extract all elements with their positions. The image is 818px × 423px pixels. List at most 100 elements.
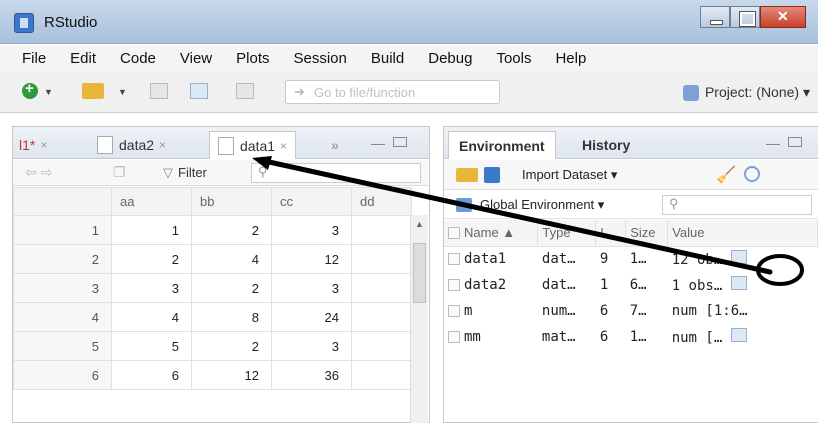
save-workspace-icon[interactable] [484,167,500,183]
column-header[interactable]: L [595,220,627,247]
column-header[interactable]: cc [271,187,352,216]
tab-data2[interactable]: data2 × [97,131,166,159]
save-all-icon[interactable] [190,83,208,99]
environment-toolbar: Import Dataset ▾ 🧹 [444,160,818,190]
menu-session[interactable]: Session [294,50,347,67]
menu-help[interactable]: Help [555,50,586,67]
chevron-down-icon[interactable]: ▼ [44,87,53,97]
refresh-icon[interactable] [744,166,760,182]
tab-data1[interactable]: data1 × [209,131,297,159]
menu-build[interactable]: Build [371,50,404,67]
menu-edit[interactable]: Edit [70,50,96,67]
object-name: m [464,303,473,319]
maximize-pane-button[interactable] [788,137,802,147]
list-item[interactable]: data2 dat… 1 6… 1 obs… [444,272,818,298]
table-row: 1 1 2 3 [13,215,412,245]
environment-search-input[interactable]: ⚲ [662,195,812,215]
vertical-scrollbar[interactable]: ▲ [410,215,428,423]
search-icon: ⚲ [669,196,679,211]
column-header[interactable]: Type [537,220,597,247]
save-icon[interactable] [150,83,168,99]
scrollbar-thumb[interactable] [413,243,426,303]
back-forward-icon[interactable]: ⇦ ⇨ [25,164,52,181]
funnel-icon: ▽ [163,165,173,180]
minimize-pane-button[interactable] [371,144,385,147]
close-icon[interactable]: × [280,139,287,153]
maximize-button[interactable] [730,6,760,28]
menu-tools[interactable]: Tools [496,50,531,67]
menu-view[interactable]: View [180,50,212,67]
row-checkbox[interactable] [448,279,460,291]
open-project-icon[interactable] [82,83,104,99]
table-cell: 3 [271,215,352,245]
filter-button[interactable]: ▽ Filter [163,165,207,181]
close-icon[interactable]: × [40,138,47,152]
goto-placeholder: Go to file/function [314,85,416,100]
row-checkbox[interactable] [448,331,460,343]
menu-file[interactable]: File [22,50,46,67]
table-cell: 6 [111,360,192,390]
view-data-icon[interactable] [730,328,747,342]
global-environment-dropdown[interactable]: Global Environment ▾ [480,197,604,213]
arrow-right-icon: ➜ [294,84,305,99]
row-checkbox[interactable] [448,253,460,266]
maximize-pane-button[interactable] [393,137,407,147]
new-file-icon[interactable] [22,80,38,99]
menu-debug[interactable]: Debug [428,50,472,67]
menu-bar: File Edit Code View Plots Session Build … [0,45,818,71]
table-cell [351,244,412,274]
chevron-down-icon[interactable]: ▼ [118,87,127,97]
tab-l1[interactable]: l1* × [19,131,47,159]
popout-icon[interactable]: ❐ [113,164,126,181]
load-workspace-icon[interactable] [456,168,478,182]
tab-history[interactable]: History [572,131,640,159]
window-controls [700,6,806,30]
table-cell: 2 [191,331,272,361]
scroll-up-icon[interactable]: ▲ [415,219,424,229]
menu-code[interactable]: Code [120,50,156,67]
column-header[interactable]: dd [351,187,412,216]
close-icon[interactable]: × [159,138,166,152]
list-item[interactable]: m num… 6 7… num [1:6… [444,298,818,324]
table-cell: 2 [191,215,272,245]
column-header[interactable]: bb [191,187,272,216]
table-row: 4 4 8 24 [13,302,412,332]
more-tabs-icon: » [331,137,339,153]
main-toolbar: ▼ ▼ ➜ Go to file/function Project: (None… [0,71,818,113]
table-cell: 8 [191,302,272,332]
env-header: Name ▲ Type L Size Value [444,220,818,247]
column-header[interactable]: Value [667,220,818,247]
view-data-icon[interactable] [730,276,747,290]
minimize-button[interactable] [700,6,730,28]
column-header[interactable]: Name ▲ [444,220,539,247]
object-value: 12 ob… [671,252,723,269]
column-header[interactable]: aa [111,187,192,216]
import-dataset-button[interactable]: Import Dataset ▾ [522,167,617,183]
list-item[interactable]: mm mat… 6 1… num [… [444,324,818,350]
view-data-icon[interactable] [730,250,747,265]
table-cell [351,302,412,332]
list-item[interactable]: data1 dat… 9 1… 12 ob… [444,246,818,272]
tab-label: data2 [119,137,155,153]
column-header[interactable]: Size [625,220,669,247]
table-cell: 3 [271,331,352,361]
project-icon [682,84,699,101]
tab-environment[interactable]: Environment [448,131,556,159]
viewer-search-input[interactable]: ⚲ [251,163,421,183]
more-tabs-button[interactable]: » [331,131,339,159]
goto-file-input[interactable]: ➜ Go to file/function [285,80,500,104]
select-all-checkbox[interactable] [448,227,460,240]
broom-icon[interactable]: 🧹 [716,165,736,185]
row-checkbox[interactable] [448,305,460,317]
table-cell: 12 [271,244,352,274]
object-length: 6 [599,303,609,319]
object-name: mm [464,329,481,345]
project-menu[interactable]: Project: (None) ▾ [682,84,810,101]
table-row: 2 2 4 12 [13,244,412,274]
environment-pane: Environment History Import Dataset ▾ 🧹 G… [443,126,818,423]
print-icon[interactable] [236,83,254,99]
close-button[interactable] [760,6,806,28]
minimize-pane-button[interactable] [766,144,780,147]
table-cell: 3 [271,273,352,303]
menu-plots[interactable]: Plots [236,50,269,67]
